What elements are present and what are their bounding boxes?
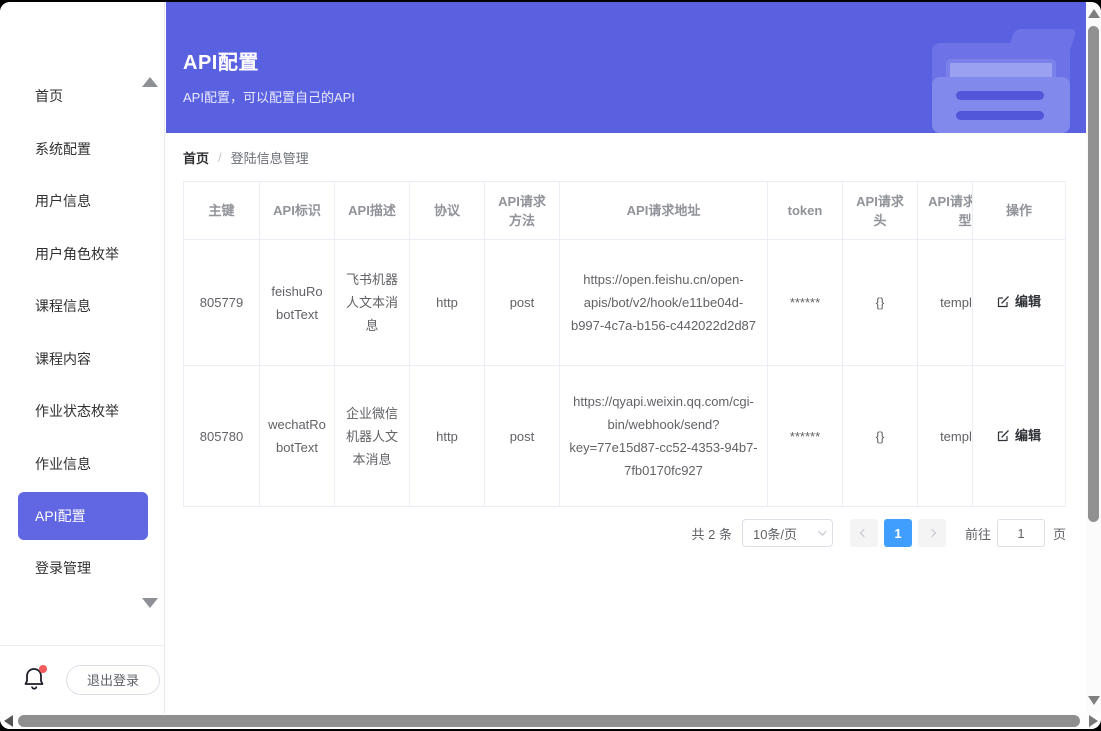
page-size-value: 10条/页	[753, 524, 797, 543]
chevron-left-icon	[860, 529, 868, 537]
cell-body-type: template	[918, 240, 973, 366]
col-header-api-key: API标识	[260, 182, 335, 240]
goto-label: 前往	[965, 524, 991, 543]
sidebar-item-api-config[interactable]: API配置	[18, 492, 148, 540]
cell-token: ******	[768, 366, 843, 507]
vertical-scrollbar-thumb[interactable]	[1088, 26, 1099, 522]
sidebar-item-system-config[interactable]: 系统配置	[0, 123, 164, 176]
sidebar-item-login-manage[interactable]: 登录管理	[0, 542, 164, 595]
col-header-body-type: API请求体类型	[918, 182, 973, 240]
main-content: API配置 API配置，可以配置自己的API 首页 / 登陆信息管理	[166, 2, 1086, 713]
cell-body-type: template	[918, 366, 973, 507]
scrollbar-up-icon[interactable]	[1088, 9, 1100, 18]
scrollbar-right-icon[interactable]	[1089, 715, 1098, 727]
edit-icon	[997, 429, 1010, 442]
sidebar-item-course-info[interactable]: 课程信息	[0, 280, 164, 333]
col-header-protocol: 协议	[410, 182, 485, 240]
scrollbar-left-icon[interactable]	[4, 715, 13, 727]
cell-id: 805779	[184, 240, 260, 366]
cell-action: 编辑	[973, 366, 1066, 507]
menu-scroll-down-icon[interactable]	[142, 598, 158, 608]
chevron-down-icon	[818, 527, 826, 535]
cell-url: https://qyapi.weixin.qq.com/cgi-bin/webh…	[560, 366, 768, 507]
next-page-button[interactable]	[918, 519, 946, 547]
app-window: 首页 系统配置 用户信息 用户角色枚举 课程信息 课程内容 作业状态枚举 作业信…	[0, 2, 1101, 729]
breadcrumb-current: 登陆信息管理	[231, 148, 309, 167]
logout-button[interactable]: 退出登录	[66, 665, 160, 695]
table-row: 805780 wechatRobotText 企业微信机器人文本消息 http …	[184, 366, 1066, 507]
cell-method: post	[485, 366, 560, 507]
table-row: 805779 feishuRobotText 飞书机器人文本消息 http po…	[184, 240, 1066, 366]
prev-page-button[interactable]	[850, 519, 878, 547]
sidebar-item-course-content[interactable]: 课程内容	[0, 333, 164, 386]
cell-url: https://open.feishu.cn/open-apis/bot/v2/…	[560, 240, 768, 366]
menu-scroll-up-icon[interactable]	[142, 77, 158, 87]
table-header-row: 主键 API标识 API描述 协议 API请求方法 API请求地址 token …	[184, 182, 1066, 240]
vertical-scrollbar[interactable]	[1086, 2, 1101, 713]
sidebar-item-user-info[interactable]: 用户信息	[0, 175, 164, 228]
scrollbar-down-icon[interactable]	[1088, 696, 1100, 705]
breadcrumb: 首页 / 登陆信息管理	[183, 148, 1086, 167]
sidebar-item-user-role-enum[interactable]: 用户角色枚举	[0, 228, 164, 281]
goto-page-input[interactable]	[997, 519, 1045, 547]
cell-protocol: http	[410, 366, 485, 507]
pagination: 共 2 条 10条/页 1 前往 页	[166, 519, 1066, 547]
page-number-button[interactable]: 1	[884, 519, 912, 547]
col-header-url: API请求地址	[560, 182, 768, 240]
col-header-api-desc: API描述	[335, 182, 410, 240]
folder-icon	[930, 15, 1073, 133]
cell-api-desc: 飞书机器人文本消息	[335, 240, 410, 366]
edit-icon	[997, 295, 1010, 308]
cell-headers: {}	[843, 240, 918, 366]
cell-method: post	[485, 240, 560, 366]
cell-api-desc: 企业微信机器人文本消息	[335, 366, 410, 507]
col-header-method: API请求方法	[485, 182, 560, 240]
pagination-total: 共 2 条	[692, 524, 732, 543]
cell-api-key: wechatRobotText	[260, 366, 335, 507]
col-header-token: token	[768, 182, 843, 240]
notification-bell-icon[interactable]	[22, 666, 48, 694]
sidebar-item-homework-info[interactable]: 作业信息	[0, 438, 164, 491]
cell-headers: {}	[843, 366, 918, 507]
breadcrumb-separator: /	[218, 150, 222, 165]
page-size-select[interactable]: 10条/页	[742, 519, 833, 547]
horizontal-scrollbar-thumb[interactable]	[18, 715, 1080, 727]
horizontal-scrollbar[interactable]	[0, 713, 1101, 729]
edit-button[interactable]: 编辑	[997, 424, 1041, 447]
page-unit-label: 页	[1053, 524, 1066, 543]
notification-dot	[39, 665, 47, 673]
col-header-id: 主键	[184, 182, 260, 240]
cell-id: 805780	[184, 366, 260, 507]
col-header-action: 操作	[973, 182, 1066, 240]
sidebar-footer: 退出登录	[0, 645, 164, 713]
sidebar-menu: 首页 系统配置 用户信息 用户角色枚举 课程信息 课程内容 作业状态枚举 作业信…	[0, 2, 164, 595]
cell-token: ******	[768, 240, 843, 366]
sidebar: 首页 系统配置 用户信息 用户角色枚举 课程信息 课程内容 作业状态枚举 作业信…	[0, 2, 165, 713]
cell-api-key: feishuRobotText	[260, 240, 335, 366]
edit-button[interactable]: 编辑	[997, 290, 1041, 313]
sidebar-item-homework-status-enum[interactable]: 作业状态枚举	[0, 385, 164, 438]
cell-protocol: http	[410, 240, 485, 366]
chevron-right-icon	[928, 529, 936, 537]
breadcrumb-home-link[interactable]: 首页	[183, 148, 209, 167]
cell-action: 编辑	[973, 240, 1066, 366]
sidebar-item-home[interactable]: 首页	[0, 70, 164, 123]
page-banner: API配置 API配置，可以配置自己的API	[166, 2, 1086, 133]
api-table: 主键 API标识 API描述 协议 API请求方法 API请求地址 token …	[183, 181, 1066, 507]
col-header-headers: API请求头	[843, 182, 918, 240]
